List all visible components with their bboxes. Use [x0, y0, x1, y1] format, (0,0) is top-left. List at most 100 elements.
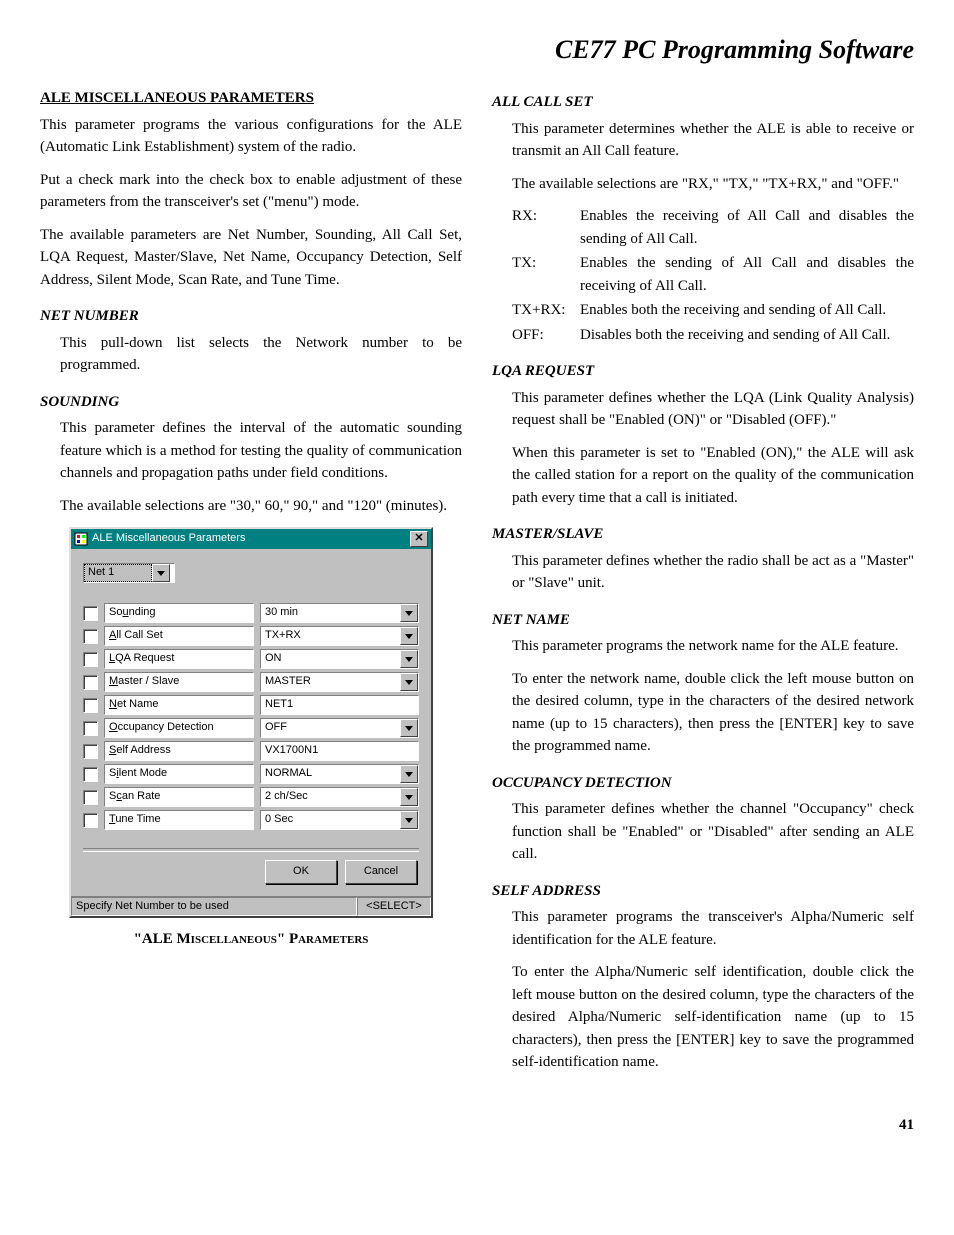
enable-checkbox[interactable]	[83, 767, 98, 782]
status-text: Specify Net Number to be used	[71, 897, 357, 916]
heading-occupancy: OCCUPANCY DETECTION	[492, 772, 914, 795]
divider	[83, 848, 419, 852]
chevron-down-icon	[400, 627, 418, 645]
para: This parameter determines whether the AL…	[492, 118, 914, 163]
heading-all-call-set: ALL CALL SET	[492, 91, 914, 114]
param-label: Net Name	[104, 695, 254, 715]
param-row: Tune Time 0 Sec	[83, 810, 419, 830]
titlebar: ALE Miscellaneous Parameters ✕	[71, 529, 431, 549]
ok-button[interactable]: OK	[265, 860, 337, 884]
para: This parameter programs the transceiver'…	[492, 906, 914, 951]
param-row: LQA Request ON	[83, 649, 419, 669]
para: This parameter programs the various conf…	[40, 114, 462, 159]
param-row: Self Address VX1700N1	[83, 741, 419, 761]
definition-row: OFF: Disables both the receiving and send…	[512, 324, 914, 347]
heading-ale-misc: ALE MISCELLANEOUS PARAMETERS	[40, 87, 462, 110]
param-value-text: MASTER	[261, 673, 400, 691]
para: This parameter defines the interval of t…	[40, 417, 462, 485]
param-row: Master / SlaveMASTER	[83, 672, 419, 692]
para: This parameter programs the network name…	[492, 635, 914, 658]
chevron-down-icon	[400, 788, 418, 806]
param-label: Self Address	[104, 741, 254, 761]
param-label: All Call Set	[104, 626, 254, 646]
definition-text: Enables the sending of All Call and disa…	[580, 252, 914, 297]
para: This parameter defines whether the chann…	[492, 798, 914, 866]
para: This parameter defines whether the LQA (…	[492, 387, 914, 432]
net-number-value: Net 1	[84, 564, 152, 582]
para: To enter the Alpha/Numeric self identifi…	[492, 961, 914, 1074]
enable-checkbox[interactable]	[83, 790, 98, 805]
para: This parameter defines whether the radio…	[492, 550, 914, 595]
param-value-field[interactable]: VX1700N1	[260, 741, 419, 761]
para: When this parameter is set to "Enabled (…	[492, 442, 914, 510]
param-value-field[interactable]: NET1	[260, 695, 419, 715]
net-number-select[interactable]: Net 1	[83, 563, 175, 583]
chevron-down-icon	[400, 673, 418, 691]
enable-checkbox[interactable]	[83, 675, 98, 690]
figure-caption: "ALE Miscellaneous" Parameters	[40, 928, 462, 951]
param-value-text: 2 ch/Sec	[261, 788, 400, 806]
definition-term: TX+RX:	[512, 299, 572, 322]
param-label: Sounding	[104, 603, 254, 623]
enable-checkbox[interactable]	[83, 813, 98, 828]
param-label: Silent Mode	[104, 764, 254, 784]
heading-sounding: SOUNDING	[40, 391, 462, 414]
param-row: Net Name NET1	[83, 695, 419, 715]
param-value-text: 0 Sec	[261, 811, 400, 829]
cancel-button[interactable]: Cancel	[345, 860, 417, 884]
param-value-text: ON	[261, 650, 400, 668]
param-label: Occupancy Detection	[104, 718, 254, 738]
para: Put a check mark into the check box to e…	[40, 169, 462, 214]
definition-row: TX+RX:Enables both the receiving and sen…	[512, 299, 914, 322]
param-value-field[interactable]: OFF	[260, 718, 419, 738]
param-value-field[interactable]: NORMAL	[260, 764, 419, 784]
enable-checkbox[interactable]	[83, 629, 98, 644]
param-value-field[interactable]: TX+RX	[260, 626, 419, 646]
enable-checkbox[interactable]	[83, 606, 98, 621]
param-value-field[interactable]: 0 Sec	[260, 810, 419, 830]
enable-checkbox[interactable]	[83, 744, 98, 759]
param-row: Silent Mode NORMAL	[83, 764, 419, 784]
param-value-text: 30 min	[261, 604, 400, 622]
app-icon	[74, 532, 88, 546]
right-column: ALL CALL SET This parameter determines w…	[492, 77, 914, 1084]
close-icon: ✕	[414, 532, 423, 545]
para: The available selections are "RX," "TX,"…	[492, 173, 914, 196]
enable-checkbox[interactable]	[83, 721, 98, 736]
param-value-field[interactable]: 2 ch/Sec	[260, 787, 419, 807]
param-value-field[interactable]: ON	[260, 649, 419, 669]
heading-net-name: NET NAME	[492, 609, 914, 632]
left-column: ALE MISCELLANEOUS PARAMETERS This parame…	[40, 77, 462, 1084]
para: To enter the network name, double click …	[492, 668, 914, 758]
ale-misc-dialog: ALE Miscellaneous Parameters ✕ Net 1 Sou…	[69, 527, 433, 918]
param-value-text: OFF	[261, 719, 400, 737]
enable-checkbox[interactable]	[83, 698, 98, 713]
heading-net-number: NET NUMBER	[40, 305, 462, 328]
chevron-down-icon	[400, 719, 418, 737]
param-label: LQA Request	[104, 649, 254, 669]
para: This pull-down list selects the Network …	[40, 332, 462, 377]
chevron-down-icon	[400, 604, 418, 622]
param-value-field[interactable]: 30 min	[260, 603, 419, 623]
heading-self-address: SELF ADDRESS	[492, 880, 914, 903]
param-value-field[interactable]: MASTER	[260, 672, 419, 692]
page-number: 41	[40, 1114, 914, 1137]
titlebar-text: ALE Miscellaneous Parameters	[92, 532, 410, 545]
definition-text: Enables the receiving of All Call and di…	[580, 205, 914, 250]
param-value-text: NORMAL	[261, 765, 400, 783]
close-button[interactable]: ✕	[410, 531, 428, 547]
definition-term: OFF:	[512, 324, 572, 347]
param-value-text: TX+RX	[261, 627, 400, 645]
param-row: Occupancy Detection OFF	[83, 718, 419, 738]
para: The available selections are "30," 60," …	[40, 495, 462, 518]
param-value-text: NET1	[261, 696, 418, 714]
enable-checkbox[interactable]	[83, 652, 98, 667]
param-row: Scan Rate2 ch/Sec	[83, 787, 419, 807]
chevron-down-icon	[400, 650, 418, 668]
chevron-down-icon	[400, 765, 418, 783]
definition-term: TX:	[512, 252, 572, 297]
param-label: Tune Time	[104, 810, 254, 830]
definition-text: Disables both the receiving and sending …	[580, 324, 914, 347]
definition-row: RX:Enables the receiving of All Call and…	[512, 205, 914, 250]
param-value-text: VX1700N1	[261, 742, 418, 760]
